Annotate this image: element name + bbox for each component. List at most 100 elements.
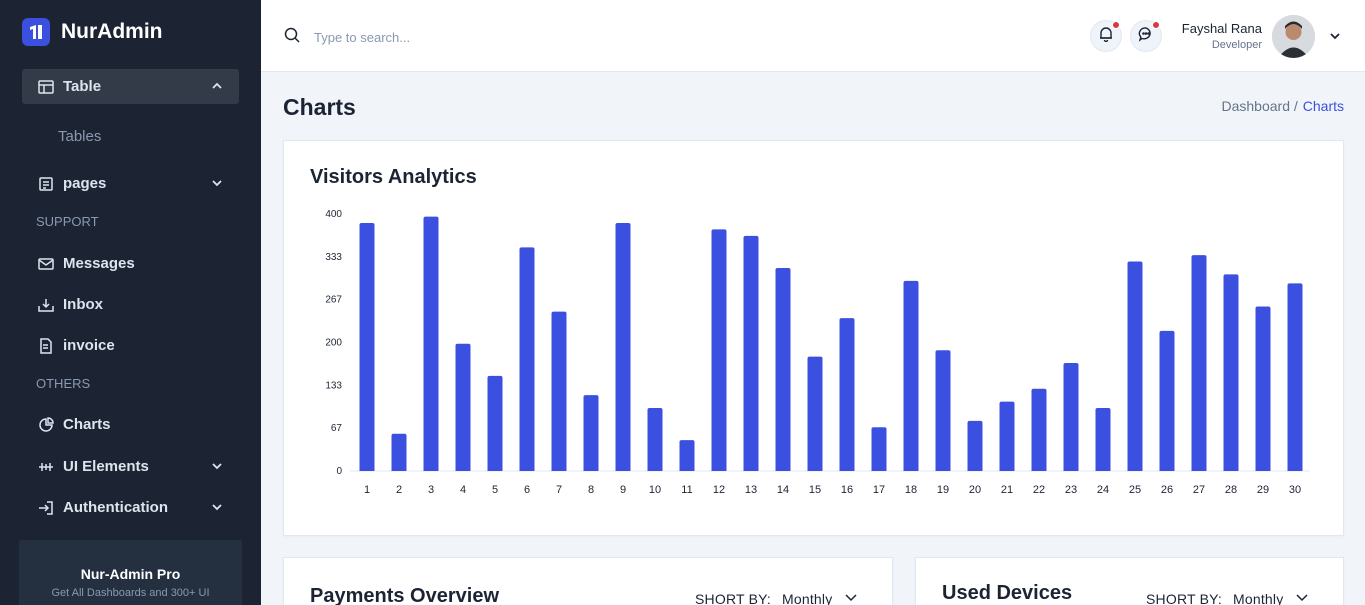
sidebar-item-invoice[interactable]: invoice xyxy=(22,328,239,363)
card-title: Payments Overview xyxy=(310,585,499,605)
user-info[interactable]: Fayshal Rana Developer xyxy=(1182,21,1262,51)
sidebar-item-inbox[interactable]: Inbox xyxy=(22,287,239,322)
sidebar: NurAdmin Table Tables pages SUPPORT Mess… xyxy=(0,0,261,605)
promo-card[interactable]: Nur-Admin Pro Get All Dashboards and 300… xyxy=(19,540,242,605)
chart-bar[interactable] xyxy=(583,395,599,471)
chart-bar[interactable] xyxy=(1287,283,1303,471)
x-tick-label: 14 xyxy=(777,484,789,496)
sidebar-item-ui-elements[interactable]: UI Elements xyxy=(22,449,239,484)
chart-bar[interactable] xyxy=(1095,408,1111,471)
x-tick-label: 6 xyxy=(524,484,530,496)
x-tick-label: 25 xyxy=(1129,484,1141,496)
x-tick-label: 21 xyxy=(1001,484,1013,496)
chart-bar[interactable] xyxy=(359,222,375,471)
chart-bar[interactable] xyxy=(647,408,663,471)
search-icon xyxy=(284,27,300,48)
chart-bar[interactable] xyxy=(871,427,887,471)
sidebar-group-others: OTHERS xyxy=(36,376,91,391)
table-icon xyxy=(37,78,55,96)
chart-bar[interactable] xyxy=(551,311,567,471)
chart-bar[interactable] xyxy=(1255,306,1271,471)
brand[interactable]: NurAdmin xyxy=(22,18,163,46)
notifications-button[interactable] xyxy=(1090,20,1122,52)
sidebar-item-label: Messages xyxy=(63,255,135,272)
chart-bar[interactable] xyxy=(839,318,855,471)
x-tick-label: 10 xyxy=(649,484,661,496)
x-tick-label: 12 xyxy=(713,484,725,496)
pages-icon xyxy=(37,175,55,193)
chart-bar[interactable] xyxy=(935,350,951,471)
x-tick-label: 29 xyxy=(1257,484,1269,496)
user-name: Fayshal Rana xyxy=(1181,21,1262,36)
breadcrumb-parent[interactable]: Dashboard / xyxy=(1221,98,1297,114)
search-input[interactable] xyxy=(314,30,614,45)
sidebar-item-charts[interactable]: Charts xyxy=(22,407,239,442)
x-tick-label: 30 xyxy=(1289,484,1301,496)
chart-bar[interactable] xyxy=(1159,330,1175,471)
chevron-down-icon xyxy=(211,500,223,517)
chart-bar[interactable] xyxy=(487,375,503,471)
chart-bar[interactable] xyxy=(455,343,471,471)
sidebar-item-label: Charts xyxy=(63,416,111,433)
y-tick-label: 267 xyxy=(325,294,342,305)
sort-by-value: Monthly xyxy=(1232,590,1284,605)
chart-bar[interactable] xyxy=(519,247,535,471)
x-tick-label: 5 xyxy=(492,484,498,496)
x-tick-label: 26 xyxy=(1161,484,1173,496)
chart-bar[interactable] xyxy=(391,433,407,471)
search-bar[interactable] xyxy=(284,27,614,48)
chart-bar[interactable] xyxy=(423,216,439,471)
chart-bar[interactable] xyxy=(1127,261,1143,471)
chart-bar[interactable] xyxy=(711,229,727,471)
promo-description: Get All Dashboards and 300+ UI xyxy=(51,587,210,599)
invoice-icon xyxy=(37,337,55,355)
chart-bar[interactable] xyxy=(1031,388,1047,471)
chart-bar[interactable] xyxy=(1063,363,1079,471)
chart-bar[interactable] xyxy=(903,280,919,471)
y-tick-label: 133 xyxy=(325,381,342,392)
chart-bar[interactable] xyxy=(999,401,1015,471)
sort-by-dropdown[interactable]: SHORT BY: Monthly xyxy=(1146,590,1309,605)
chevron-down-icon[interactable] xyxy=(1329,29,1341,47)
chart-bar[interactable] xyxy=(807,356,823,471)
chart-bar[interactable] xyxy=(967,420,983,471)
x-tick-label: 28 xyxy=(1225,484,1237,496)
breadcrumb: Dashboard / Charts xyxy=(1221,98,1344,114)
notification-dot xyxy=(1152,21,1160,29)
used-devices-card: Used Devices SHORT BY: Monthly xyxy=(915,557,1344,605)
chart-bar[interactable] xyxy=(1191,255,1207,471)
x-tick-label: 13 xyxy=(745,484,757,496)
chart-bar[interactable] xyxy=(743,235,759,471)
sidebar-item-pages[interactable]: pages xyxy=(22,166,239,201)
login-icon xyxy=(37,499,55,517)
sidebar-subitem-tables[interactable]: Tables xyxy=(58,128,101,145)
user-role: Developer xyxy=(1211,39,1262,51)
x-tick-label: 27 xyxy=(1193,484,1205,496)
sort-by-label: SHORT BY: xyxy=(1146,590,1222,605)
sidebar-item-authentication[interactable]: Authentication xyxy=(22,490,239,525)
sort-by-dropdown[interactable]: SHORT BY: Monthly xyxy=(695,590,858,605)
sort-by-value: Monthly xyxy=(781,590,833,605)
sidebar-item-messages[interactable]: Messages xyxy=(22,246,239,281)
x-tick-label: 3 xyxy=(428,484,434,496)
chevron-down-icon xyxy=(211,176,223,193)
chart-bar[interactable] xyxy=(615,222,631,471)
chart-bar[interactable] xyxy=(679,440,695,471)
y-tick-label: 67 xyxy=(331,423,343,434)
x-tick-label: 22 xyxy=(1033,484,1045,496)
chart-bar[interactable] xyxy=(1223,274,1239,471)
chart-bar[interactable] xyxy=(775,267,791,471)
messages-button[interactable] xyxy=(1130,20,1162,52)
x-tick-label: 2 xyxy=(396,484,402,496)
pie-chart-icon xyxy=(37,416,55,434)
y-tick-label: 200 xyxy=(325,338,342,349)
x-tick-label: 19 xyxy=(937,484,949,496)
sidebar-group-support: SUPPORT xyxy=(36,214,99,229)
x-tick-label: 18 xyxy=(905,484,917,496)
sidebar-item-table[interactable]: Table xyxy=(22,69,239,104)
x-tick-label: 24 xyxy=(1097,484,1109,496)
sidebar-item-label: invoice xyxy=(63,337,115,354)
avatar[interactable] xyxy=(1272,15,1315,58)
mail-icon xyxy=(37,255,55,273)
sidebar-item-label: Authentication xyxy=(63,499,168,516)
